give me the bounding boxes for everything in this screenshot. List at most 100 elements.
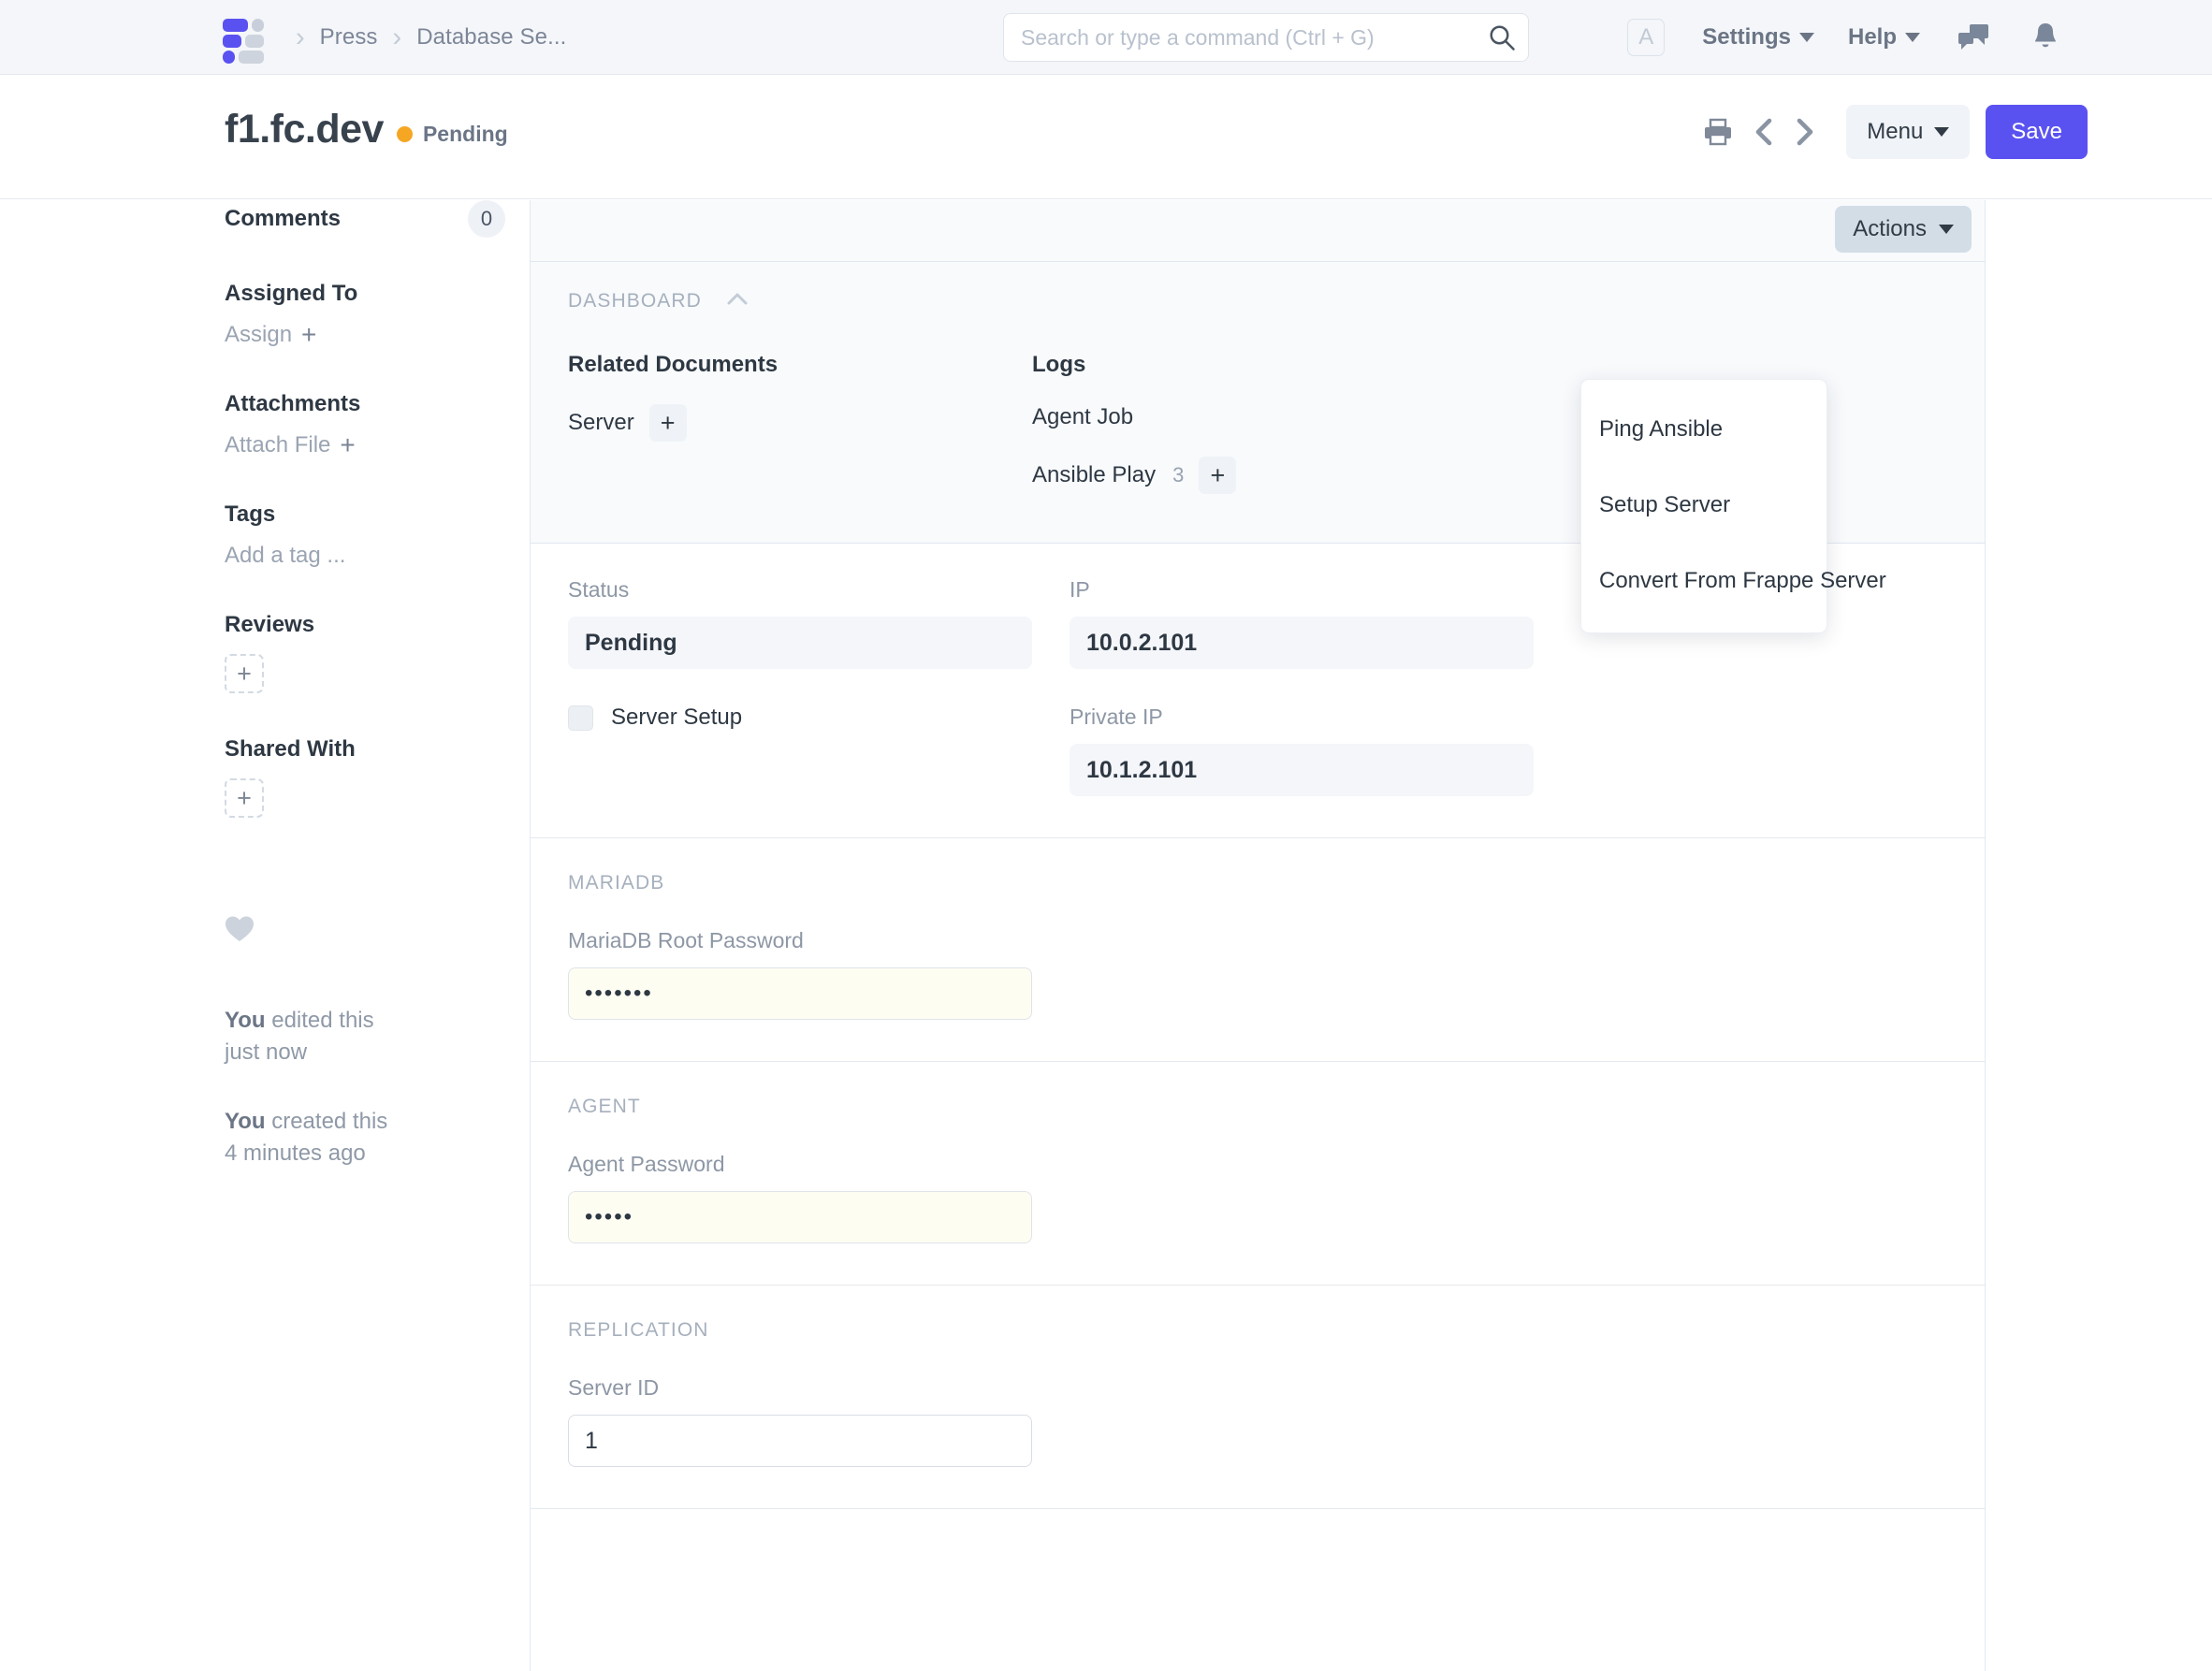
actions-button[interactable]: Actions [1835,206,1972,253]
field-server-setup[interactable]: Server Setup [568,705,1032,731]
field-ip: IP [1070,577,1534,669]
replication-label: REPLICATION [568,1319,709,1341]
collapse-dashboard-button[interactable] [726,292,749,311]
previous-document-button[interactable] [1745,117,1784,147]
help-label: Help [1847,24,1897,50]
activity-actor: You [225,1109,266,1135]
logs-heading: Logs [1032,352,1086,377]
status-field-label: Status [568,577,630,602]
page-title: f1.fc.dev [225,107,384,152]
help-menu[interactable]: Help [1831,24,1937,51]
attachments-label: Attachments [225,391,361,416]
ip-field-label: IP [1070,577,1090,602]
assign-button[interactable]: Assign + [225,322,505,348]
sidebar-section-assigned-to: Assigned To Assign + [225,281,505,348]
chevron-up-icon [727,293,748,305]
document-sidebar: Comments 0 Assigned To Assign + Attachme… [225,200,505,1207]
notes-button[interactable] [1937,23,2010,51]
field-private-ip: Private IP [1070,705,1534,796]
shared-with-label: Shared With [225,736,356,762]
page-header: f1.fc.dev Pending Menu Save [0,75,2212,199]
status-field-input[interactable] [568,617,1032,669]
save-button[interactable]: Save [1986,105,2088,159]
activity-actor: You [225,1008,266,1033]
frappe-logo-icon[interactable] [223,19,264,64]
sidebar-section-comments[interactable]: Comments 0 [225,200,505,238]
sidebar-section-attachments: Attachments Attach File + [225,391,505,458]
mariadb-root-password-input[interactable] [568,967,1032,1020]
search-input[interactable] [1003,13,1529,62]
link-label[interactable]: Ansible Play [1032,462,1156,488]
notifications-button[interactable] [2010,22,2081,53]
attach-file-button[interactable]: Attach File + [225,432,505,458]
add-tag-input[interactable]: Add a tag ... [225,543,505,569]
field-mariadb-root-password: MariaDB Root Password [568,928,1032,1020]
print-button[interactable] [1691,118,1745,146]
mariadb-section: MARIADB MariaDB Root Password [531,838,1985,1062]
ansible-play-count: 3 [1172,463,1185,487]
related-documents-group: Related Documents Server + [568,352,1032,494]
actions-dropdown-menu: Ping Ansible Setup Server Convert From F… [1580,379,1886,633]
server-id-input[interactable] [568,1415,1032,1467]
agent-column-left: Agent Password [568,1152,1032,1243]
sidebar-section-shared-with: Shared With + [225,736,505,818]
printer-icon [1705,118,1732,146]
action-ping-ansible[interactable]: Ping Ansible [1581,404,1826,455]
breadcrumb-item-press[interactable]: Press [320,24,378,51]
status-badge: Pending [396,122,508,147]
server-id-label: Server ID [568,1375,660,1400]
private-ip-field-input[interactable] [1070,744,1534,796]
breadcrumb-item-doctype[interactable]: Database Se... [416,24,566,51]
ip-field-input[interactable] [1070,617,1534,669]
add-server-button[interactable]: + [648,404,687,442]
field-agent-password: Agent Password [568,1152,1032,1243]
log-agent-job[interactable]: Agent Job [1032,404,1496,430]
tags-label: Tags [225,501,276,527]
activity-action: created this [265,1109,388,1135]
log-ansible-play[interactable]: Ansible Play 3 + [1032,457,1496,494]
next-document-button[interactable] [1784,117,1824,147]
field-server-id: Server ID [568,1375,1032,1467]
agent-section: AGENT Agent Password [531,1062,1985,1286]
panel-toolbar: Actions [531,200,1985,262]
related-document-server[interactable]: Server + [568,404,1032,442]
avatar[interactable]: A [1627,19,1666,56]
field-status: Status [568,577,1032,669]
attach-file-label: Attach File [225,432,331,458]
activity-log: You edited this just now You created thi… [225,1005,505,1170]
navbar-right-group: A Settings Help [1627,0,2212,75]
add-review-button[interactable]: + [225,654,264,693]
mariadb-root-password-label: MariaDB Root Password [568,928,804,952]
chevron-right-icon [1797,118,1813,146]
comments-count: 0 [468,200,505,238]
action-convert-from-frappe-server[interactable]: Convert From Frappe Server [1581,556,1886,606]
link-label[interactable]: Server [568,410,634,436]
comments-label: Comments [225,206,342,231]
chat-bubbles-icon [1958,24,1988,50]
like-button[interactable] [225,915,505,947]
link-label[interactable]: Agent Job [1032,404,1133,430]
server-setup-label: Server Setup [611,705,743,730]
sidebar-section-reviews: Reviews + [225,612,505,693]
status-column-left: Status Server Setup [568,577,1032,796]
sidebar-section-tags: Tags Add a tag ... [225,501,505,569]
settings-menu[interactable]: Settings [1685,24,1831,51]
chevron-down-icon [1934,127,1950,137]
agent-label: AGENT [568,1096,641,1117]
dashboard-header[interactable]: DASHBOARD [568,290,1947,312]
plus-icon: + [340,430,356,459]
chevron-left-icon [1755,118,1772,146]
logs-group: Logs Agent Job Ansible Play 3 + [1032,352,1496,494]
action-setup-server[interactable]: Setup Server [1581,480,1826,530]
add-share-button[interactable]: + [225,778,264,818]
menu-button[interactable]: Menu [1846,105,1971,159]
mariadb-label: MARIADB [568,872,665,894]
page-title-group: f1.fc.dev Pending [225,107,508,153]
chevron-right-icon: › [392,22,402,52]
server-setup-checkbox[interactable] [568,705,593,731]
add-ansible-play-button[interactable]: + [1199,457,1237,494]
agent-password-input[interactable] [568,1191,1032,1243]
activity-item: You created this 4 minutes ago [225,1106,505,1170]
replication-columns: Server ID [568,1375,1947,1467]
mariadb-columns: MariaDB Root Password [568,928,1947,1020]
